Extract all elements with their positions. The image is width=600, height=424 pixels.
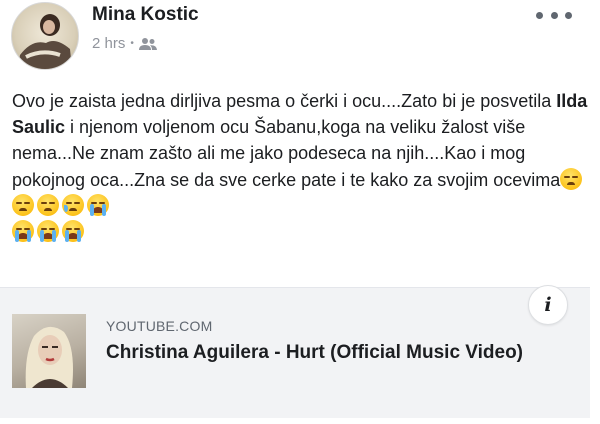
avatar-image <box>18 14 72 69</box>
link-preview-card[interactable]: i YOUTUBE.COM Christina Aguilera - Hurt … <box>0 285 590 418</box>
sobbing-face-icon <box>12 220 34 243</box>
link-domain: YOUTUBE.COM <box>106 318 213 334</box>
sobbing-face-icon <box>37 220 59 243</box>
post-text-part1: Ovo je zaista jedna dirljiva pesma o čer… <box>12 91 557 111</box>
pensive-face-icon <box>560 167 583 190</box>
post-text-part2: i njenom voljenom ocu Šabanu,koga na vel… <box>12 117 561 190</box>
more-dot <box>565 11 572 19</box>
sobbing-face-icon <box>62 220 84 243</box>
video-thumbnail[interactable] <box>12 314 86 388</box>
more-options-button[interactable] <box>536 6 572 24</box>
crying-face-icon <box>62 193 84 216</box>
link-title[interactable]: Christina Aguilera - Hurt (Official Musi… <box>106 340 546 366</box>
meta-separator: • <box>130 37 134 49</box>
post-text: Ovo je zaista jedna dirljiva pesma o čer… <box>12 88 592 245</box>
pensive-face-icon <box>37 193 59 216</box>
author-avatar[interactable] <box>11 2 79 70</box>
post-time[interactable]: 2 hrs <box>92 35 125 52</box>
thumbnail-image <box>25 326 73 388</box>
friends-icon[interactable] <box>138 37 157 51</box>
more-dot <box>550 11 558 19</box>
author-name[interactable]: Mina Kostic <box>92 4 199 26</box>
post-meta: 2 hrs • <box>92 35 157 52</box>
sobbing-face-icon <box>87 193 109 216</box>
more-dot <box>536 11 543 19</box>
info-icon[interactable]: i <box>528 285 568 325</box>
pensive-face-icon <box>12 193 34 216</box>
